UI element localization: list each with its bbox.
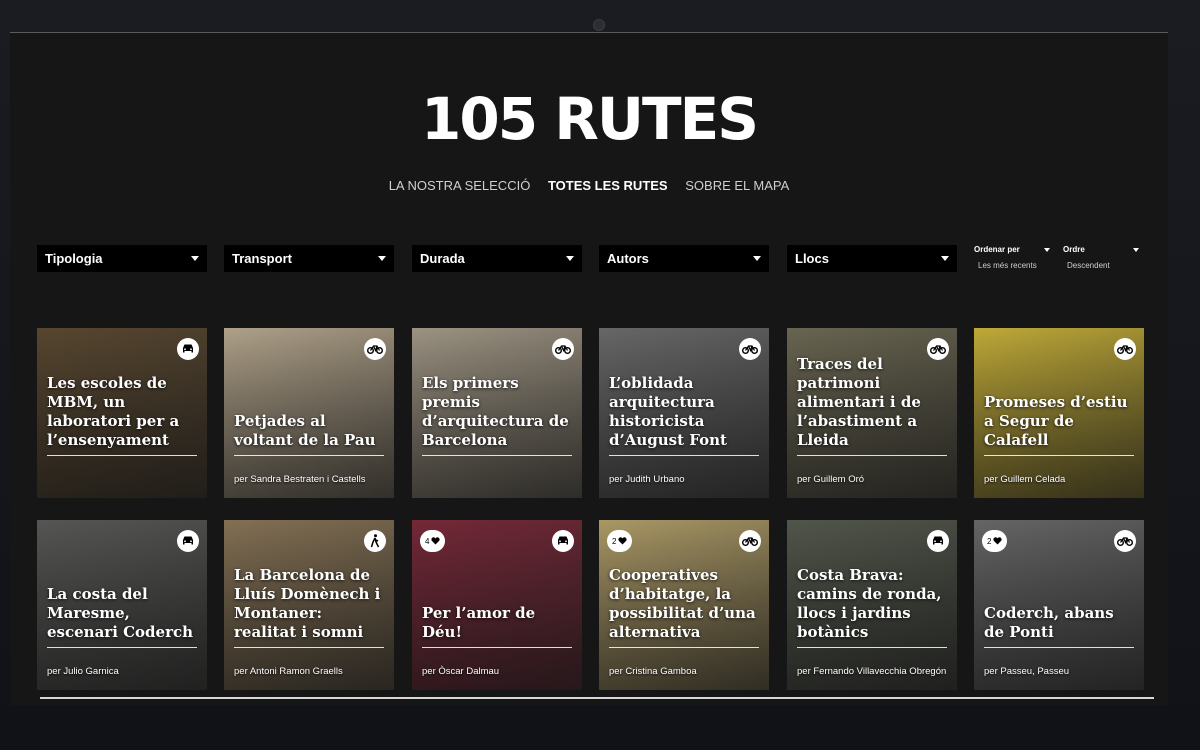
card-author: per Guillem Oró bbox=[797, 474, 865, 485]
chevron-down-icon bbox=[1044, 247, 1050, 252]
walk-icon bbox=[364, 530, 386, 552]
sort-order-value: Descendent bbox=[1067, 261, 1110, 270]
filter-tipologia[interactable]: Tipologia bbox=[37, 245, 207, 272]
route-card[interactable]: L’oblidada arquitectura historicista d’A… bbox=[599, 328, 769, 498]
route-card[interactable]: Promeses d’estiu a Segur de Calafell per … bbox=[974, 328, 1144, 498]
card-author: per Julio Garnica bbox=[47, 666, 119, 677]
card-title: Les escoles de MBM, un laboratori per a … bbox=[47, 374, 197, 456]
heart-icon bbox=[431, 537, 441, 545]
chevron-down-icon bbox=[941, 256, 949, 261]
route-card[interactable]: 2 Cooperatives d’habitatge, la possibilit… bbox=[599, 520, 769, 690]
route-card[interactable]: 4 Per l’amor de Déu! per Òscar Dalmau bbox=[412, 520, 582, 690]
card-author: per Antoni Ramon Graells bbox=[234, 666, 343, 677]
bicycle-icon bbox=[364, 338, 386, 360]
card-title: Costa Brava: camins de ronda, llocs i ja… bbox=[797, 566, 947, 648]
card-author: per Sandra Bestraten i Castells bbox=[234, 474, 366, 485]
bicycle-icon bbox=[739, 530, 761, 552]
likes-badge[interactable]: 2 bbox=[607, 530, 633, 552]
nav-about-map[interactable]: SOBRE EL MAPA bbox=[685, 178, 789, 193]
car-icon bbox=[177, 530, 199, 552]
card-author: per Cristina Gamboa bbox=[609, 666, 697, 677]
chevron-down-icon bbox=[191, 256, 199, 261]
card-author: per Òscar Dalmau bbox=[422, 666, 500, 677]
chevron-down-icon bbox=[1133, 247, 1139, 252]
main-nav: LA NOSTRA SELECCIÓ TOTES LES RUTES SOBRE… bbox=[10, 178, 1168, 193]
car-icon bbox=[927, 530, 949, 552]
sort-order-label: Ordre bbox=[1063, 245, 1085, 254]
sort-by-label: Ordenar per bbox=[974, 245, 1020, 254]
filter-label: Llocs bbox=[795, 251, 829, 266]
filter-autors[interactable]: Autors bbox=[599, 245, 769, 272]
route-card[interactable]: Els primers premis d’arquitectura de Bar… bbox=[412, 328, 582, 498]
route-card[interactable]: Costa Brava: camins de ronda, llocs i ja… bbox=[787, 520, 957, 690]
nav-our-selection[interactable]: LA NOSTRA SELECCIÓ bbox=[389, 178, 531, 193]
filter-label: Autors bbox=[607, 251, 649, 266]
nav-all-routes[interactable]: TOTES LES RUTES bbox=[548, 178, 668, 193]
sort-by-value: Les més recents bbox=[978, 261, 1037, 270]
chevron-down-icon bbox=[378, 256, 386, 261]
filter-label: Durada bbox=[420, 251, 465, 266]
bicycle-icon bbox=[1114, 338, 1136, 360]
chevron-down-icon bbox=[753, 256, 761, 261]
screen-divider bbox=[40, 697, 1154, 699]
route-card[interactable]: Les escoles de MBM, un laboratori per a … bbox=[37, 328, 207, 498]
likes-count: 4 bbox=[425, 536, 430, 546]
filter-llocs[interactable]: Llocs bbox=[787, 245, 957, 272]
route-card[interactable]: La costa del Maresme, escenari Coderch pe… bbox=[37, 520, 207, 690]
likes-badge[interactable]: 2 bbox=[982, 530, 1008, 552]
likes-count: 2 bbox=[987, 536, 992, 546]
bicycle-icon bbox=[739, 338, 761, 360]
sort-order-dropdown[interactable]: Ordre Descendent bbox=[1063, 245, 1139, 270]
chevron-down-icon bbox=[566, 256, 574, 261]
card-author: per Judith Urbano bbox=[609, 474, 685, 485]
card-title: Traces del patrimoni alimentari i de l’a… bbox=[797, 355, 947, 456]
route-card[interactable]: 2 Coderch, abans de Ponti per Passeu, Pass… bbox=[974, 520, 1144, 690]
card-author: per Guillem Celada bbox=[984, 474, 1066, 485]
card-title: L’oblidada arquitectura historicista d’A… bbox=[609, 374, 759, 456]
card-title: Cooperatives d’habitatge, la possibilita… bbox=[609, 566, 759, 648]
card-title: Coderch, abans de Ponti bbox=[984, 604, 1134, 648]
route-card[interactable]: La Barcelona de Lluís Domènech i Montane… bbox=[224, 520, 394, 690]
likes-badge[interactable]: 4 bbox=[420, 530, 446, 552]
filter-label: Tipologia bbox=[45, 251, 103, 266]
heart-icon bbox=[618, 537, 628, 545]
car-icon bbox=[177, 338, 199, 360]
heart-icon bbox=[993, 537, 1003, 545]
sort-by-dropdown[interactable]: Ordenar per Les més recents bbox=[974, 245, 1050, 270]
route-card[interactable]: Traces del patrimoni alimentari i de l’a… bbox=[787, 328, 957, 498]
likes-count: 2 bbox=[612, 536, 617, 546]
card-title: Els primers premis d’arquitectura de Bar… bbox=[422, 374, 572, 456]
bicycle-icon bbox=[1114, 530, 1136, 552]
card-author: per Passeu, Passeu bbox=[984, 666, 1070, 677]
bicycle-icon bbox=[552, 338, 574, 360]
card-title: Petjades al voltant de la Pau bbox=[234, 412, 384, 456]
card-author: per Fernando Villavecchia Obregón bbox=[797, 666, 947, 677]
webcam bbox=[593, 19, 605, 31]
page-title: 105 RUTES bbox=[421, 85, 759, 153]
card-title: Per l’amor de Déu! bbox=[422, 604, 572, 648]
card-title: Promeses d’estiu a Segur de Calafell bbox=[984, 393, 1134, 456]
route-card[interactable]: Petjades al voltant de la Pau per Sandra … bbox=[224, 328, 394, 498]
car-icon bbox=[552, 530, 574, 552]
filter-durada[interactable]: Durada bbox=[412, 245, 582, 272]
filter-label: Transport bbox=[232, 251, 292, 266]
filter-transport[interactable]: Transport bbox=[224, 245, 394, 272]
screen: 105 RUTES LA NOSTRA SELECCIÓ TOTES LES R… bbox=[10, 32, 1168, 705]
card-title: La costa del Maresme, escenari Coderch bbox=[47, 585, 197, 648]
card-title: La Barcelona de Lluís Domènech i Montane… bbox=[234, 566, 384, 648]
